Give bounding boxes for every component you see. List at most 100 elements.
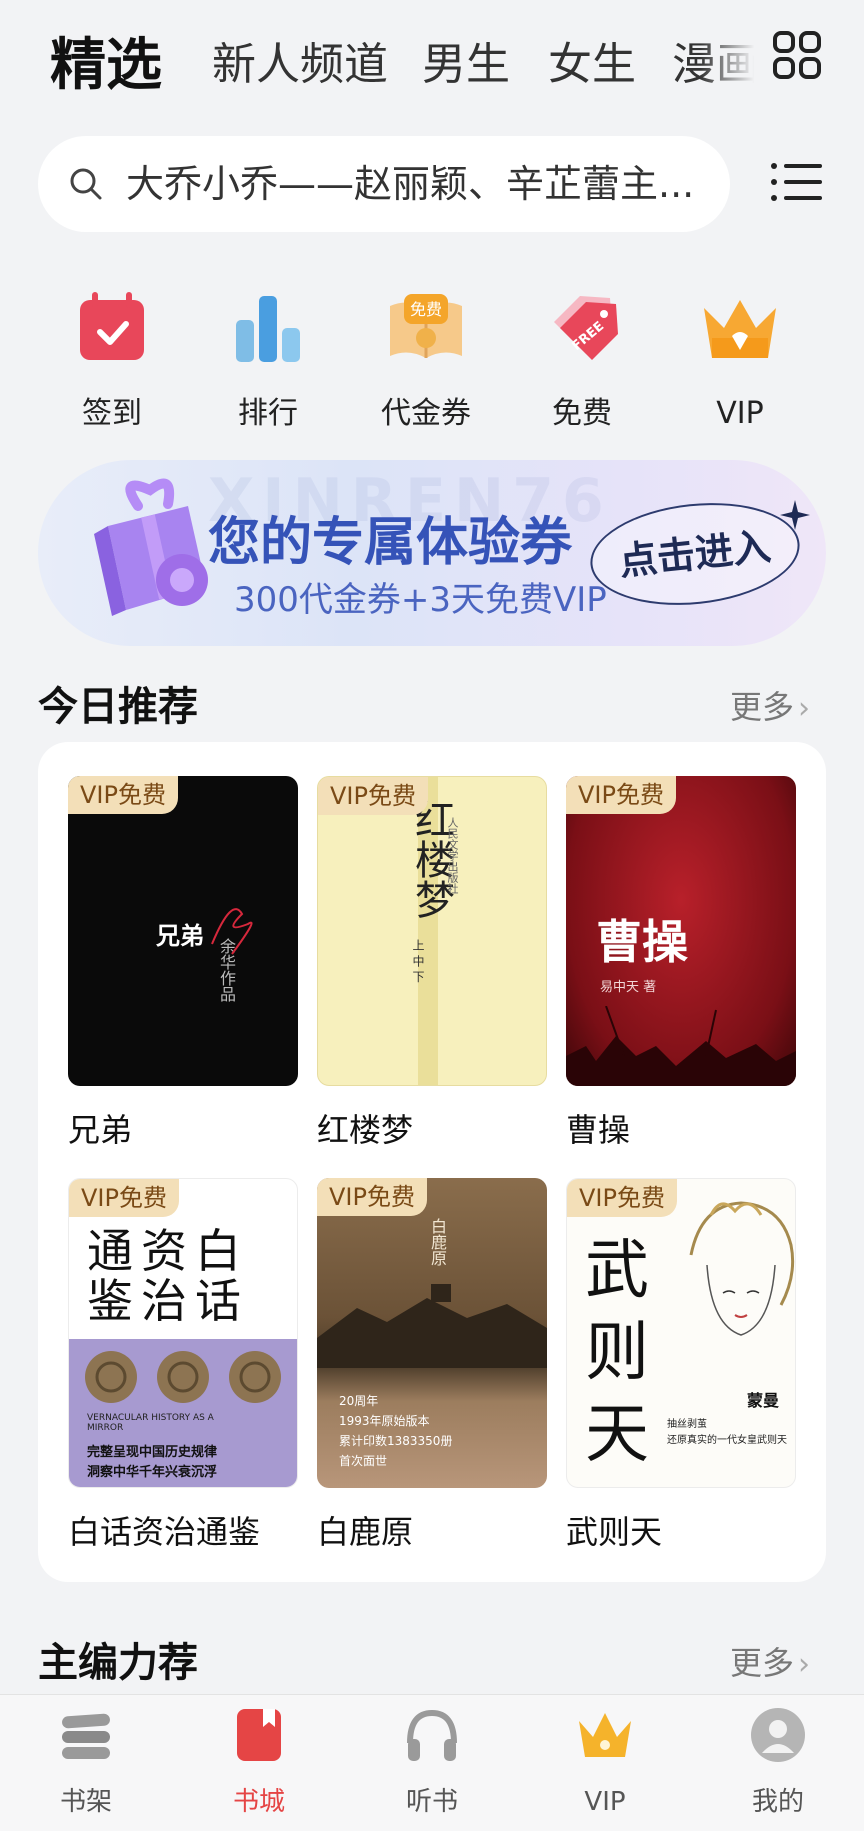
cover-silhouette-art [566,1006,796,1086]
book-cover: VIP免费 武 则 天 蒙曼 抽丝剥茧 还原真实的一代女皇武则天 [566,1178,796,1488]
cover-title: 曹操 [596,915,688,969]
today-section-title: 今日推荐 [38,684,198,730]
search-icon [70,168,102,200]
vip-free-badge: VIP免费 [318,777,428,815]
cover-note-2: 1993年原始版本 [339,1414,430,1428]
cover-author: 易中天 著 [600,980,657,995]
book-title: 兄弟 [68,1111,133,1149]
book-item[interactable]: VIP免费 曹操 易中天 著 曹操 [566,776,796,1152]
today-more-link[interactable]: 更多 › [730,682,810,728]
vip-free-badge: VIP免费 [567,1179,677,1217]
book-title: 武则天 [566,1513,663,1551]
grid-icon[interactable] [772,30,822,80]
free-tag-icon: FREE [554,296,618,360]
book-cover: VIP免费 兄弟 余华作品 [68,776,298,1086]
tab-newcomer[interactable]: 新人频道 [212,28,388,92]
cover-title: 兄弟 [156,921,204,950]
cover-note-3: 累计印数1383350册 [339,1434,453,1448]
today-more-label: 更多 [730,688,795,726]
book-item[interactable]: VIP免费 武 则 天 蒙曼 抽丝剥茧 还原真实的一代女皇武则天 武则天 [566,1178,796,1554]
banner-subtitle: 300代金券+3天免费VIP [234,580,607,620]
cover-title-char-2: 则 [585,1316,649,1390]
book-item[interactable]: VIP免费 白资通 话治鉴 VERNACULAR HISTORY AS A MI… [68,1178,298,1554]
cover-tagline-1: 抽丝剥茧 [667,1419,707,1430]
editor-more-link[interactable]: 更多 › [730,1638,810,1684]
cover-volume: 上 中 下 [411,939,425,983]
nav-bookstore[interactable]: 书城 [199,1705,319,1819]
cover-english-title: VERNACULAR HISTORY AS A MIRROR [87,1413,214,1433]
editor-section-title: 主编力荐 [38,1640,198,1686]
crown-icon [579,1713,631,1757]
cover-note-4: 首次面世 [339,1454,388,1468]
experience-voucher-banner[interactable]: XINREN76 您的专属体验券 300代金券+3天免费VIP 点击进入 [38,460,826,646]
tab-featured[interactable]: 精选 [50,20,162,101]
quick-checkin[interactable]: 签到 [42,288,182,434]
cover-title-char-1: 武 [585,1234,649,1308]
cover-tagline-1: 完整呈现中国历史规律 [87,1445,218,1460]
calendar-check-icon [80,292,144,360]
book-title: 白话资治通鉴 [68,1513,261,1551]
signature-scribble [211,908,253,955]
book-cover: VIP免费 曹操 易中天 著 [566,776,796,1086]
nav-audiobook-label: 听书 [405,1787,458,1817]
vip-free-badge: VIP免费 [69,1179,179,1217]
chevron-right-icon: › [798,691,811,726]
banner-title: 您的专属体验券 [208,513,573,573]
user-avatar-icon [751,1708,805,1762]
chevron-right-icon: › [798,1647,811,1682]
sparkle-icon [780,500,810,530]
vip-free-badge: VIP免费 [68,776,178,814]
headphones-icon [407,1709,457,1761]
tab-fade-overlay [700,20,764,100]
cover-publisher: 人民文学出版社 [446,817,459,894]
quick-vip[interactable]: VIP [670,288,810,434]
coupon-book-icon: 免费 [390,294,462,358]
nav-bookstore-label: 书城 [232,1787,285,1817]
crown-icon [704,300,776,358]
cover-note-1: 20周年 [339,1394,379,1408]
book-item[interactable]: VIP免费 兄弟 余华作品 兄弟 [68,776,298,1152]
svg-text:免费: 免费 [410,300,442,319]
book-title: 红楼梦 [317,1111,414,1149]
quick-checkin-label: 签到 [82,396,142,431]
cover-title-line2: 话治鉴 [87,1274,249,1328]
tab-female[interactable]: 女生 [548,28,636,92]
book-item[interactable]: VIP免费 白鹿原 20周年 1993年原始版本 累计印数1383350册 首次… [317,1178,547,1554]
bottom-navigation: 书架 书城 听书 VIP 我的 [0,1694,864,1831]
gift-box-icon [94,478,208,616]
quick-free-label: 免费 [552,396,612,431]
cover-tagline-2: 洞察中华千年兴衰沉浮 [87,1465,218,1480]
banner-enter-button[interactable]: 点击进入 [585,493,805,615]
quick-ranking[interactable]: 排行 [198,288,338,434]
quick-vip-label: VIP [716,396,764,431]
bronze-coins-art [85,1351,281,1403]
today-recommendations: VIP免费 兄弟 余华作品 兄弟 VIP免费 红楼梦 上 中 下 人民文学出版社… [38,742,826,1582]
bar-chart-icon [236,296,300,362]
nav-bookshelf[interactable]: 书架 [26,1705,146,1819]
nav-vip-label: VIP [584,1787,626,1817]
search-input[interactable]: 大乔小乔——赵丽颖、辛芷蕾主... [38,136,730,232]
book-title: 曹操 [566,1111,631,1149]
nav-audiobook[interactable]: 听书 [372,1705,492,1819]
cover-landscape-art [317,1284,547,1368]
bookshelf-icon [62,1713,110,1759]
channel-tabs: 精选 新人频道 男生 女生 漫画 [0,0,864,120]
nav-vip[interactable]: VIP [545,1705,665,1819]
quick-coupon-label: 代金券 [381,396,471,431]
nav-profile-label: 我的 [751,1787,804,1817]
tab-male[interactable]: 男生 [422,28,510,92]
search-placeholder: 大乔小乔——赵丽颖、辛芷蕾主... [126,162,695,206]
book-cover: VIP免费 白鹿原 20周年 1993年原始版本 累计印数1383350册 首次… [317,1178,547,1488]
book-cover: VIP免费 红楼梦 上 中 下 人民文学出版社 [317,776,547,1086]
bookstore-icon [237,1709,281,1761]
cover-title-char-3: 天 [585,1398,649,1472]
editor-more-label: 更多 [730,1644,795,1682]
category-list-icon[interactable] [770,160,822,204]
vip-free-badge: VIP免费 [317,1178,427,1216]
cover-tagline-2: 还原真实的一代女皇武则天 [667,1435,787,1446]
quick-free[interactable]: FREE 免费 [512,288,652,434]
book-item[interactable]: VIP免费 红楼梦 上 中 下 人民文学出版社 红楼梦 [317,776,547,1152]
quick-coupon[interactable]: 免费 代金券 [356,288,496,434]
cover-title: 白鹿原 [428,1218,447,1266]
nav-profile[interactable]: 我的 [718,1705,838,1819]
